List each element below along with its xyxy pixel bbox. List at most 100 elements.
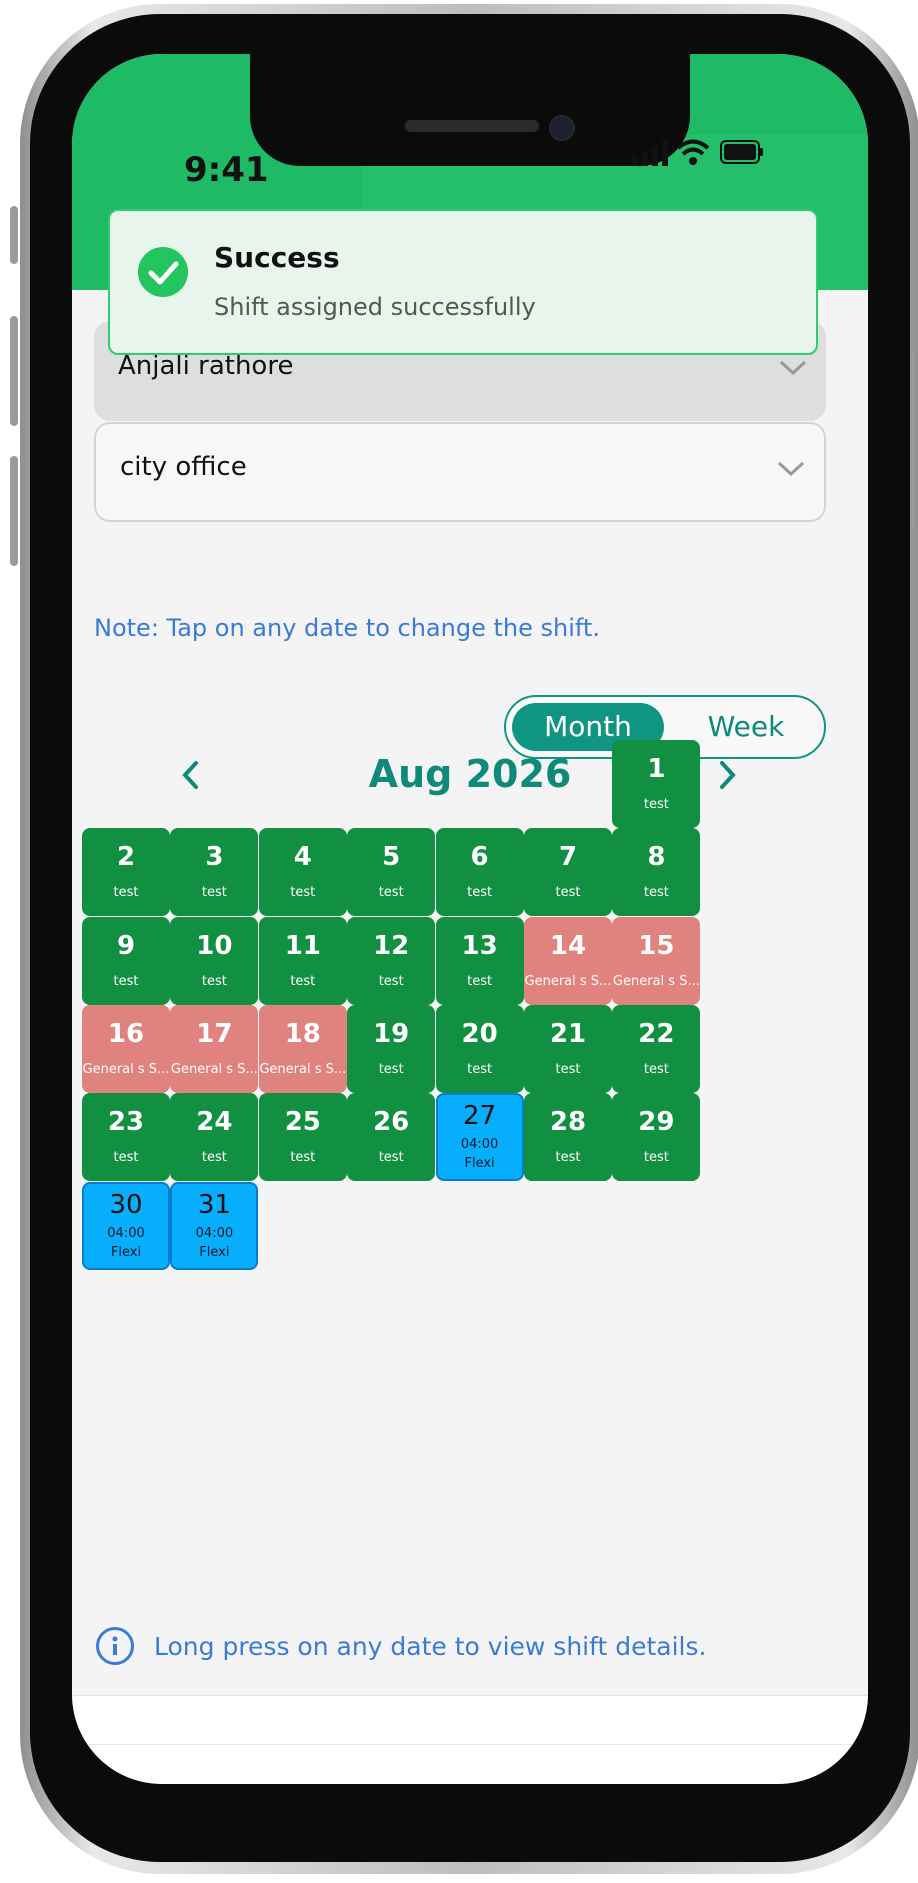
calendar-day-18[interactable]: 18 General s S... bbox=[258, 1004, 347, 1093]
bottom-bar bbox=[72, 1695, 868, 1784]
toast-title: Success bbox=[214, 241, 340, 274]
calendar-day-23[interactable]: 23 test bbox=[82, 1093, 170, 1182]
shift-label: test bbox=[113, 885, 139, 901]
shift-label: test bbox=[378, 1150, 404, 1166]
chevron-right-icon[interactable] bbox=[712, 758, 742, 792]
calendar-day-19[interactable]: 19 test bbox=[347, 1004, 436, 1093]
calendar-day-11[interactable]: 11 test bbox=[258, 916, 347, 1005]
calendar-day-15[interactable]: 15 General s S... bbox=[612, 916, 701, 1005]
day-number: 30 bbox=[109, 1189, 143, 1220]
shift-label: General s S... bbox=[82, 1061, 170, 1077]
volume-down-button bbox=[10, 456, 18, 566]
day-number: 13 bbox=[461, 930, 498, 961]
calendar-day-10[interactable]: 10 test bbox=[170, 916, 259, 1005]
day-number: 22 bbox=[638, 1018, 675, 1049]
chevron-down-icon bbox=[779, 360, 807, 376]
day-number: 18 bbox=[284, 1018, 321, 1049]
calendar-day-24[interactable]: 24 test bbox=[170, 1093, 259, 1182]
shift-label: Flexi bbox=[199, 1244, 230, 1260]
day-number: 26 bbox=[373, 1107, 410, 1138]
day-number: 7 bbox=[558, 842, 578, 873]
shift-label: Flexi bbox=[110, 1244, 142, 1260]
shift-time: 04:00 bbox=[107, 1225, 145, 1241]
day-number: 28 bbox=[549, 1107, 587, 1138]
day-number: 29 bbox=[638, 1107, 675, 1138]
day-number: 1 bbox=[647, 754, 666, 784]
day-number: 11 bbox=[284, 930, 321, 961]
shift-label: test bbox=[113, 973, 139, 989]
calendar-day-22[interactable]: 22 test bbox=[612, 1004, 701, 1093]
day-number: 24 bbox=[196, 1107, 233, 1138]
status-time: 9:41 bbox=[184, 150, 269, 190]
info-icon bbox=[96, 1627, 134, 1665]
chevron-down-icon bbox=[777, 461, 805, 477]
calendar-day-20[interactable]: 20 test bbox=[435, 1004, 524, 1093]
phone-screen: 9:41 Anjali rathore Success Shift assign… bbox=[72, 54, 868, 1784]
shift-time: 04:00 bbox=[195, 1225, 234, 1241]
tap-note: Note: Tap on any date to change the shif… bbox=[94, 614, 600, 642]
calendar-day-6[interactable]: 6 test bbox=[435, 828, 524, 917]
calendar-day-26[interactable]: 26 test bbox=[347, 1093, 436, 1182]
calendar-day-8[interactable]: 8 test bbox=[612, 828, 701, 917]
shift-label: test bbox=[378, 885, 404, 901]
camera bbox=[549, 115, 575, 141]
shift-label: test bbox=[467, 973, 493, 989]
location-select-value: city office bbox=[120, 452, 247, 482]
signal-icon bbox=[632, 140, 668, 166]
calendar-day-1[interactable]: 1 test bbox=[612, 740, 701, 828]
day-number: 6 bbox=[470, 842, 489, 873]
shift-time: 04:00 bbox=[460, 1137, 499, 1153]
shift-label: test bbox=[467, 885, 493, 901]
day-number: 19 bbox=[373, 1018, 410, 1049]
shift-label: test bbox=[643, 1061, 669, 1077]
shift-label: test bbox=[378, 973, 404, 989]
calendar-day-4[interactable]: 4 test bbox=[258, 828, 347, 917]
day-number: 14 bbox=[549, 930, 587, 961]
day-number: 17 bbox=[196, 1018, 233, 1049]
success-toast: Success Shift assigned successfully bbox=[108, 209, 818, 355]
shift-label: test bbox=[643, 885, 669, 901]
calendar-day-29[interactable]: 29 test bbox=[612, 1093, 701, 1182]
calendar-day-14[interactable]: 14 General s S... bbox=[524, 916, 612, 1005]
calendar-day-21[interactable]: 21 test bbox=[524, 1004, 612, 1093]
day-number: 21 bbox=[549, 1018, 587, 1049]
calendar-day-27[interactable]: 27 04:00 Flexi bbox=[435, 1093, 524, 1182]
day-number: 25 bbox=[284, 1107, 321, 1138]
calendar-day-16[interactable]: 16 General s S... bbox=[82, 1004, 170, 1093]
calendar-day-12[interactable]: 12 test bbox=[347, 916, 436, 1005]
day-number: 12 bbox=[373, 930, 410, 961]
day-number: 4 bbox=[293, 842, 312, 873]
day-number: 10 bbox=[196, 930, 233, 961]
calendar-day-2[interactable]: 2 test bbox=[82, 828, 170, 917]
long-press-info: Long press on any date to view shift det… bbox=[154, 1632, 707, 1661]
shift-label: General s S... bbox=[524, 973, 612, 989]
location-select[interactable]: city office bbox=[94, 422, 826, 522]
calendar-day-7[interactable]: 7 test bbox=[524, 828, 612, 917]
calendar-day-28[interactable]: 28 test bbox=[524, 1093, 612, 1182]
calendar-day-13[interactable]: 13 test bbox=[435, 916, 524, 1005]
shift-label: General s S... bbox=[259, 1061, 347, 1077]
calendar-day-25[interactable]: 25 test bbox=[258, 1093, 347, 1182]
volume-up-button bbox=[10, 316, 18, 426]
mute-switch bbox=[10, 206, 18, 264]
shift-label: test bbox=[643, 1150, 669, 1166]
day-number: 27 bbox=[463, 1101, 497, 1132]
shift-label: test bbox=[378, 1061, 404, 1077]
day-number: 31 bbox=[197, 1189, 231, 1220]
shift-label: test bbox=[555, 1150, 581, 1166]
calendar-day-9[interactable]: 9 test bbox=[82, 916, 170, 1005]
shift-label: test bbox=[643, 797, 669, 812]
day-number: 3 bbox=[205, 842, 224, 873]
day-number: 15 bbox=[638, 930, 675, 961]
calendar-day-31[interactable]: 31 04:00 Flexi bbox=[170, 1181, 259, 1270]
employee-select-value: Anjali rathore bbox=[118, 351, 294, 381]
calendar-month-title: Aug 2026 bbox=[368, 752, 572, 796]
bottom-divider bbox=[72, 1744, 868, 1745]
wifi-icon bbox=[676, 139, 710, 165]
calendar-day-5[interactable]: 5 test bbox=[347, 828, 436, 917]
calendar-day-30[interactable]: 30 04:00 Flexi bbox=[82, 1181, 170, 1270]
shift-label: General s S... bbox=[170, 1061, 258, 1077]
shift-label: test bbox=[555, 1061, 581, 1077]
calendar-day-3[interactable]: 3 test bbox=[170, 828, 259, 917]
calendar-day-17[interactable]: 17 General s S... bbox=[170, 1004, 259, 1093]
